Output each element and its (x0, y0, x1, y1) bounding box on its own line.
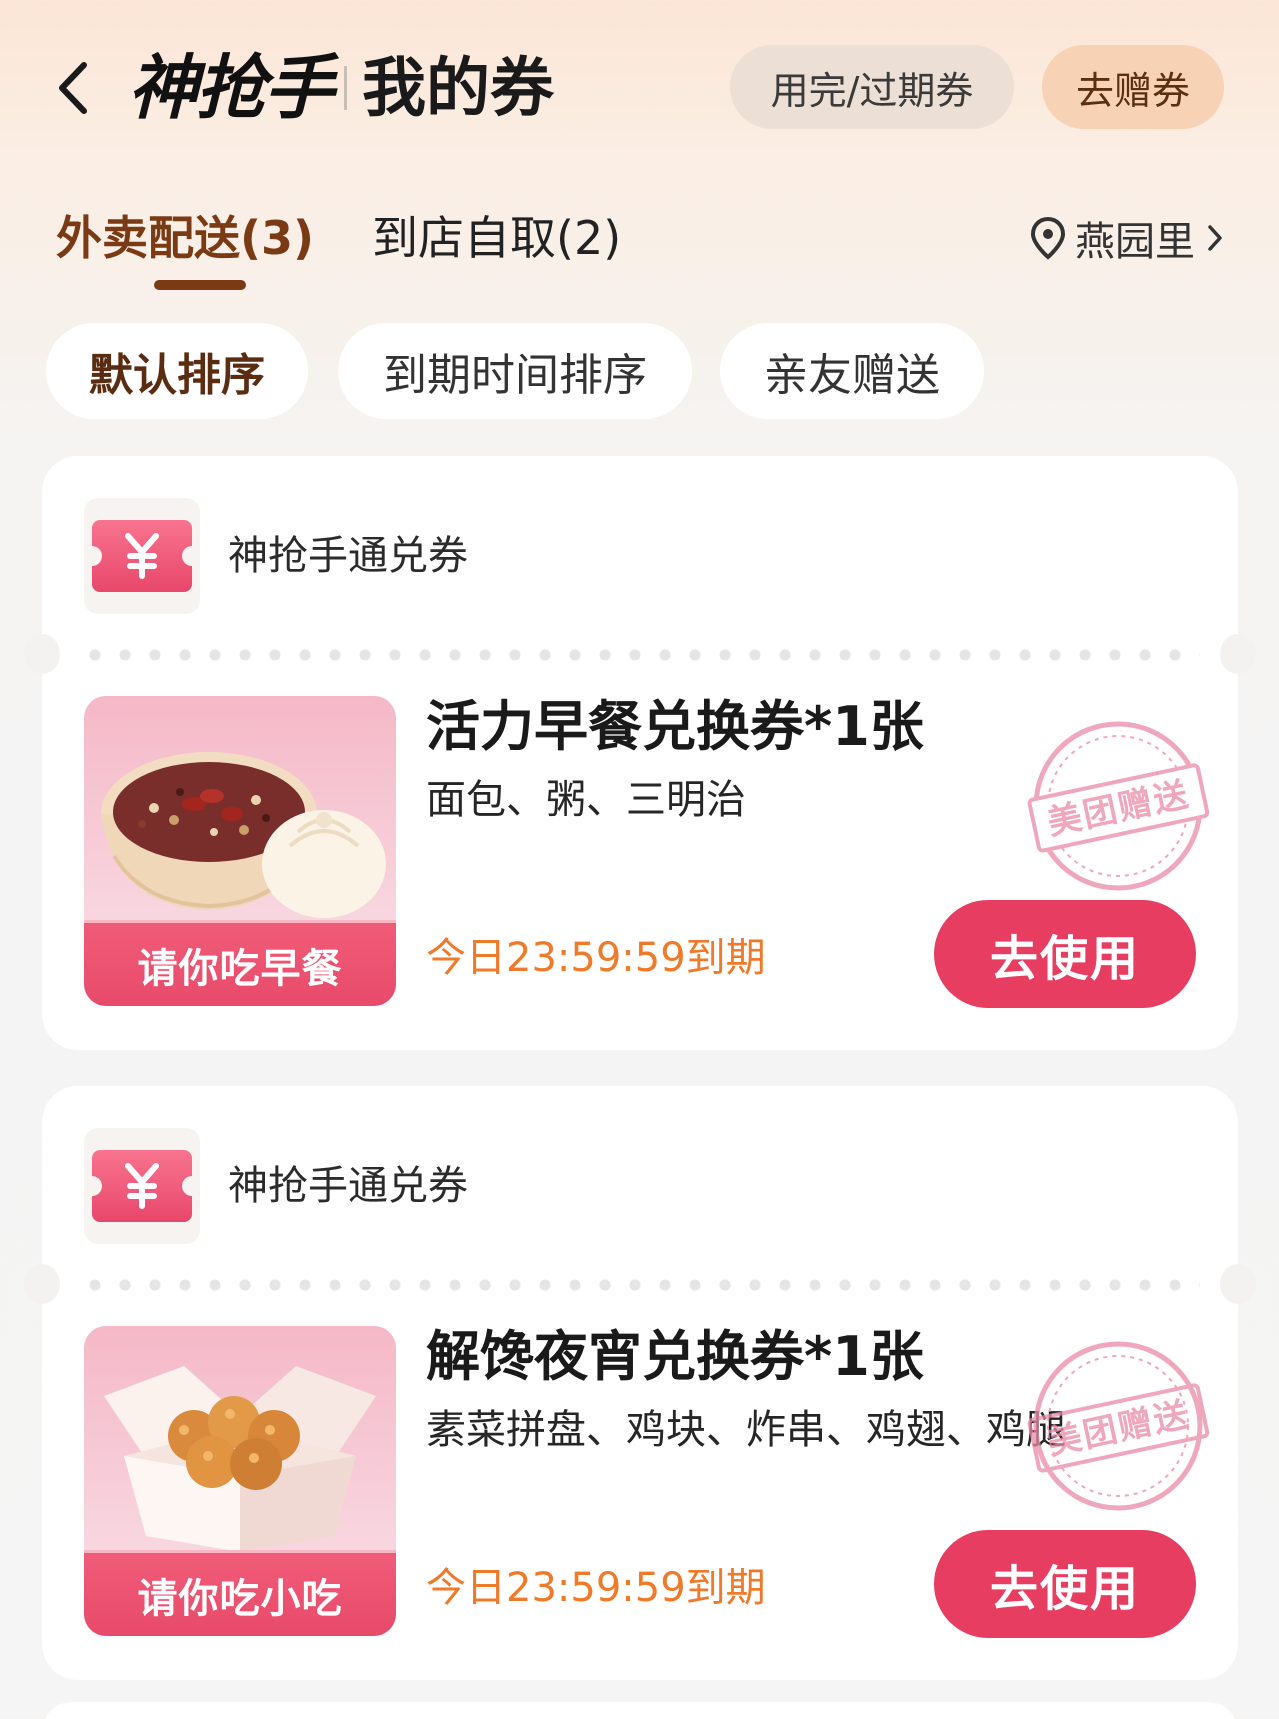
coupon-card: 神抢手通兑券 请你吃小吃 解馋夜宵兑换券*1张 素菜拼盘、鸡块、炸串、鸡翅、鸡腿… (24, 1086, 1256, 1680)
coupon-card (42, 1702, 1238, 1719)
chevron-left-icon (59, 62, 87, 114)
ticket-notch (24, 634, 60, 674)
coupon-items: 面包、粥、三明治 (426, 777, 746, 823)
gift-coupon-button[interactable]: 去赠券 (1042, 45, 1224, 129)
gift-stamp: 美团赠送 (1027, 721, 1210, 891)
header: 神抢手 我的券 用完/过期券 去赠券 (0, 0, 1279, 175)
page-title: 我的券 (362, 52, 554, 126)
coupon-name: 解馋夜宵兑换券*1张 (426, 1325, 924, 1388)
brand-logo: 神抢手 (128, 47, 334, 129)
expired-coupons-button[interactable]: 用完/过期券 (730, 45, 1014, 129)
coupon-name: 活力早餐兑换券*1张 (426, 695, 924, 758)
gift-stamp: 美团赠送 (1027, 1341, 1210, 1511)
tab-delivery[interactable]: 外卖配送(3) (56, 208, 314, 268)
active-tab-indicator (154, 280, 246, 290)
coupon-expiry: 今日23:59:59到期 (426, 1565, 766, 1611)
coupon-type-label: 神抢手通兑券 (228, 533, 468, 579)
ticket-notch (24, 1264, 60, 1304)
back-button[interactable] (48, 58, 98, 118)
location-pin-icon (1030, 216, 1066, 260)
fried-chicken-box-illustration (104, 1366, 376, 1552)
coupon-type-icon-box (84, 498, 200, 614)
yen-ticket-icon (92, 520, 192, 592)
coupon-card: 神抢手通兑券 请你吃早餐 活力早餐兑换券*1张 面包、粥、三明治 今日23:59… (24, 456, 1256, 1050)
friends-gift-chip[interactable]: 亲友赠送 (720, 323, 984, 419)
coupon-type-icon-box (84, 1128, 200, 1244)
sort-expiry-chip[interactable]: 到期时间排序 (338, 323, 692, 419)
perforation-divider (80, 1279, 1200, 1291)
location-name: 燕园里 (1075, 219, 1195, 265)
coupon-image: 请你吃小吃 (84, 1326, 396, 1636)
use-coupon-button[interactable]: 去使用 (934, 900, 1196, 1008)
coupon-type-label: 神抢手通兑券 (228, 1163, 468, 1209)
coupon-items: 素菜拼盘、鸡块、炸串、鸡翅、鸡腿 (426, 1407, 1066, 1453)
ticket-notch (1220, 1264, 1256, 1304)
title-divider (344, 66, 347, 110)
coupon-image-banner: 请你吃小吃 (84, 1550, 396, 1636)
location-selector[interactable]: 燕园里 (1029, 212, 1223, 265)
coupon-image-banner: 请你吃早餐 (84, 920, 396, 1006)
yen-ticket-icon (92, 1150, 192, 1222)
coupon-expiry: 今日23:59:59到期 (426, 935, 766, 981)
chevron-right-icon (1208, 225, 1222, 251)
tab-pickup[interactable]: 到店自取(2) (372, 208, 621, 268)
ticket-notch (1220, 634, 1256, 674)
sort-default-chip[interactable]: 默认排序 (46, 323, 308, 419)
porridge-bun-illustration (101, 752, 386, 918)
use-coupon-button[interactable]: 去使用 (934, 1530, 1196, 1638)
perforation-divider (80, 649, 1200, 661)
coupon-image: 请你吃早餐 (84, 696, 396, 1006)
